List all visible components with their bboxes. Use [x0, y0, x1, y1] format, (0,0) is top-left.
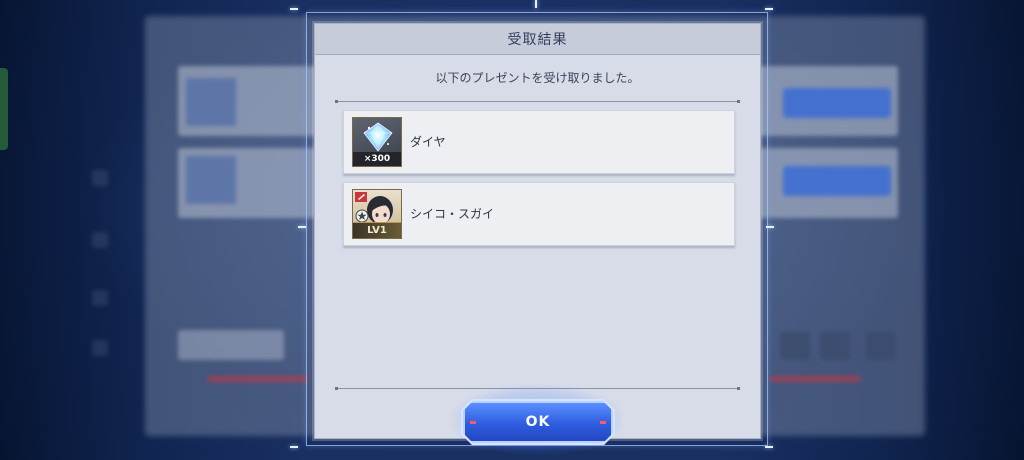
frame-corner-deco: [290, 446, 298, 448]
character-portrait-icon: LV1: [352, 189, 402, 239]
background-item-thumbnail: [186, 156, 236, 204]
background-nav-icon: [92, 170, 108, 186]
background-sort-icon: [820, 332, 850, 360]
ok-button[interactable]: OK: [463, 401, 613, 443]
background-warning-text: [208, 376, 308, 382]
ok-button-label: OK: [525, 414, 551, 430]
dialog-title-bar: 受取結果: [315, 24, 760, 55]
dialog-title: 受取結果: [507, 32, 568, 48]
background-edit-icon: [866, 332, 896, 360]
reward-item-name: シイコ・スガイ: [410, 207, 495, 221]
diamond-icon: ×300: [352, 117, 402, 167]
background-filter-icon: [780, 332, 810, 360]
reward-item-name: ダイヤ: [410, 135, 446, 149]
background-nav-icon: [92, 232, 108, 248]
background-item-thumbnail: [186, 78, 236, 126]
frame-corner-deco: [290, 8, 298, 10]
ok-button-deco: [600, 421, 606, 424]
ok-button-deco: [470, 421, 476, 424]
reward-item-row: ×300 ダイヤ: [343, 110, 735, 174]
frame-top-notch: [535, 0, 537, 8]
quantity-badge: ×300: [353, 152, 401, 166]
frame-corner-deco: [765, 8, 773, 10]
level-badge: LV1: [353, 222, 401, 238]
background-nav-icon: [92, 290, 108, 306]
dialog-message: 以下のプレゼントを受け取りました。: [435, 71, 640, 85]
reward-item-row: LV1 シイコ・スガイ: [343, 182, 735, 246]
frame-side-notch: [298, 226, 306, 228]
receive-result-dialog: 受取結果 以下のプレゼントを受け取りました。 ×300 ダイヤ LV1 シイコ・…: [314, 23, 761, 439]
background-side-tab: [0, 68, 8, 150]
background-nav-icon: [92, 340, 108, 356]
background-bulk-button: [178, 330, 284, 360]
frame-side-notch: [766, 226, 774, 228]
background-receive-button: [783, 166, 891, 196]
divider-top: [335, 100, 740, 103]
frame-corner-deco: [765, 446, 773, 448]
background-receive-button: [783, 88, 891, 118]
background-warning-text: [770, 376, 860, 382]
